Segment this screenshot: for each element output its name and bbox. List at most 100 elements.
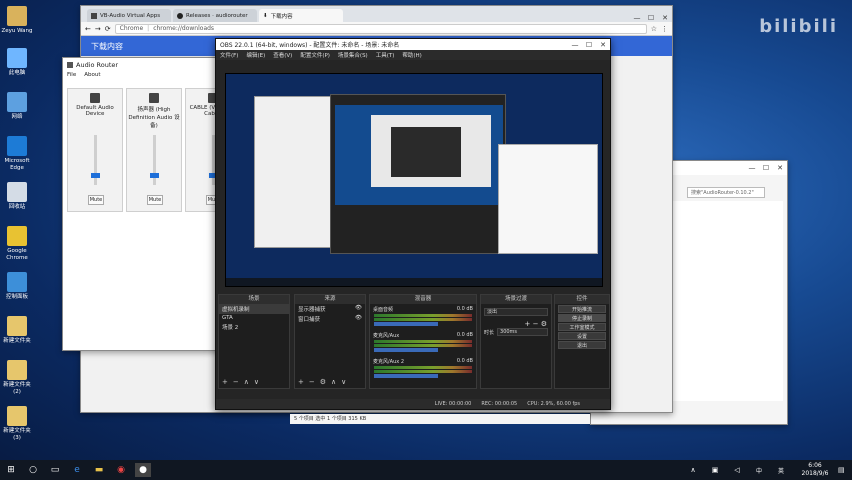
move-up-icon[interactable]: ∧	[331, 378, 336, 386]
desktop-icon-label: 控制面板	[5, 294, 28, 300]
duration-input[interactable]: 300ms	[497, 328, 548, 336]
move-up-icon[interactable]: ∧	[244, 378, 249, 386]
minimize-icon[interactable]: —	[745, 164, 759, 172]
remove-icon[interactable]: −	[309, 378, 315, 386]
volume-slider[interactable]	[150, 173, 159, 178]
mute-button[interactable]: Mute	[147, 195, 163, 205]
address-bar[interactable]: Chrome | chrome://downloads	[114, 23, 647, 34]
obs-menu-item[interactable]: 查看(V)	[273, 51, 292, 59]
studio-mode-button[interactable]: 工作室模式	[558, 323, 606, 331]
desktop-icon[interactable]: 此电脑	[0, 48, 34, 77]
stop-recording-button[interactable]: 停止录制	[558, 314, 606, 322]
minimize-icon[interactable]: —	[630, 14, 644, 22]
desktop-icon[interactable]: 网络	[0, 92, 34, 121]
notification-icon[interactable]: ▤	[838, 466, 852, 474]
obs-preview[interactable]	[225, 73, 603, 287]
desktop-icon[interactable]: 新建文件夹	[0, 316, 34, 345]
menu-file[interactable]: File	[67, 72, 76, 81]
chrome-icon[interactable]: ◉	[113, 463, 129, 477]
scene-item[interactable]: 虚拟机录制	[219, 304, 289, 314]
obs-icon[interactable]: ●	[135, 463, 151, 477]
source-item[interactable]: 显示器捕获 👁	[295, 304, 365, 314]
add-icon[interactable]: +	[525, 320, 531, 328]
audio-router-window[interactable]: Audio Router File About Default Audio De…	[62, 57, 241, 351]
menu-dots-icon[interactable]: ⋮	[661, 25, 668, 33]
menu-about[interactable]: About	[84, 72, 100, 81]
obs-menu-item[interactable]: 配置文件(P)	[300, 51, 330, 59]
tray-chevron-icon[interactable]: ∧	[685, 463, 701, 477]
obs-menu-item[interactable]: 文件(F)	[220, 51, 238, 59]
language-indicator[interactable]: 英	[773, 463, 789, 477]
bookmark-star-icon[interactable]: ☆	[651, 25, 657, 33]
page-title: 下载内容	[91, 41, 123, 51]
desktop-icon[interactable]: 新建文件夹 (3)	[0, 406, 34, 441]
app-icon	[67, 62, 73, 68]
minimize-icon[interactable]: —	[568, 41, 582, 49]
task-view-icon[interactable]: ▭	[47, 463, 63, 477]
explorer-search-input[interactable]: 搜索"AudioRouter-0.10.2"	[687, 187, 765, 198]
ime-indicator[interactable]: 中	[751, 463, 767, 477]
forward-icon[interactable]: →	[95, 25, 101, 33]
file-explorer-icon[interactable]: ▬	[91, 463, 107, 477]
source-item[interactable]: 窗口捕获 👁	[295, 314, 365, 324]
transition-toolbar: + − ⚙	[481, 320, 551, 328]
reload-icon[interactable]: ⟳	[105, 25, 111, 33]
desktop-shortcut-icon	[7, 406, 27, 426]
maximize-icon[interactable]: ☐	[644, 14, 658, 22]
scenes-dock: 场景 虚拟机录制 GTA 场景 2 + − ∧ ∨	[218, 294, 290, 389]
remove-icon[interactable]: −	[233, 378, 239, 386]
obs-window[interactable]: OBS 22.0.1 (64-bit, windows) - 配置文件: 未命名…	[215, 38, 611, 410]
volume-slider[interactable]	[374, 322, 438, 326]
network-icon[interactable]: ▣	[707, 463, 723, 477]
desktop-icon-label: 网络	[11, 114, 23, 120]
start-windows-icon[interactable]: ⊞	[3, 463, 19, 477]
clock[interactable]: 6:06 2018/9/6	[792, 462, 838, 478]
chrome-tab-active[interactable]: ⬇ 下载内容	[259, 9, 343, 22]
gear-icon[interactable]: ⚙	[541, 320, 547, 328]
visibility-eye-icon[interactable]: 👁	[355, 315, 362, 321]
edge-icon[interactable]: e	[69, 463, 85, 477]
maximize-icon[interactable]: ☐	[759, 164, 773, 172]
obs-menu-item[interactable]: 帮助(H)	[402, 51, 421, 59]
add-icon[interactable]: +	[298, 378, 304, 386]
gear-icon[interactable]: ⚙	[320, 378, 326, 386]
start-streaming-button[interactable]: 开始推流	[558, 305, 606, 313]
desktop-icon[interactable]: 新建文件夹 (2)	[0, 360, 34, 395]
volume-slider[interactable]	[91, 173, 100, 178]
close-icon[interactable]: ✕	[773, 164, 787, 172]
desktop-icon[interactable]: Google Chrome	[0, 226, 34, 261]
close-icon[interactable]: ✕	[596, 41, 610, 49]
visibility-eye-icon[interactable]: 👁	[355, 305, 362, 311]
volume-slider[interactable]	[374, 348, 438, 352]
obs-menu-item[interactable]: 工具(T)	[376, 51, 395, 59]
scene-item[interactable]: 场景 2	[219, 322, 289, 332]
audio-meter	[374, 370, 472, 373]
desktop-icon-label: 回收站	[8, 204, 26, 210]
exit-button[interactable]: 退出	[558, 341, 606, 349]
chrome-tab[interactable]: Releases · audiorouter	[173, 9, 257, 22]
mute-button[interactable]: Mute	[88, 195, 104, 205]
desktop-icon[interactable]: Zeyu Wang	[0, 6, 34, 35]
remove-icon[interactable]: −	[533, 320, 539, 328]
volume-slider[interactable]	[374, 374, 438, 378]
volume-icon[interactable]: ◁	[729, 463, 745, 477]
add-icon[interactable]: +	[222, 378, 228, 386]
desktop-icon[interactable]: 回收站	[0, 182, 34, 211]
explorer-statusbar: 5 个项目 选中 1 个项目 315 KB	[290, 414, 590, 424]
settings-button[interactable]: 设置	[558, 332, 606, 340]
desktop-icon[interactable]: Microsoft Edge	[0, 136, 34, 171]
scene-item[interactable]: GTA	[219, 314, 289, 322]
move-down-icon[interactable]: ∨	[254, 378, 259, 386]
chrome-tab[interactable]: VB-Audio Virtual Apps	[87, 9, 171, 22]
preview-explorer	[498, 144, 598, 254]
maximize-icon[interactable]: ☐	[582, 41, 596, 49]
back-icon[interactable]: ←	[85, 25, 91, 33]
obs-menu-item[interactable]: 编辑(E)	[246, 51, 265, 59]
desktop-icon[interactable]: 控制面板	[0, 272, 34, 301]
search-icon[interactable]: ○	[25, 463, 41, 477]
obs-menu-item[interactable]: 场景集合(S)	[338, 51, 368, 59]
audio-meter	[374, 366, 472, 369]
close-icon[interactable]: ✕	[658, 14, 672, 22]
move-down-icon[interactable]: ∨	[341, 378, 346, 386]
transition-select[interactable]: 淡出	[484, 308, 548, 316]
